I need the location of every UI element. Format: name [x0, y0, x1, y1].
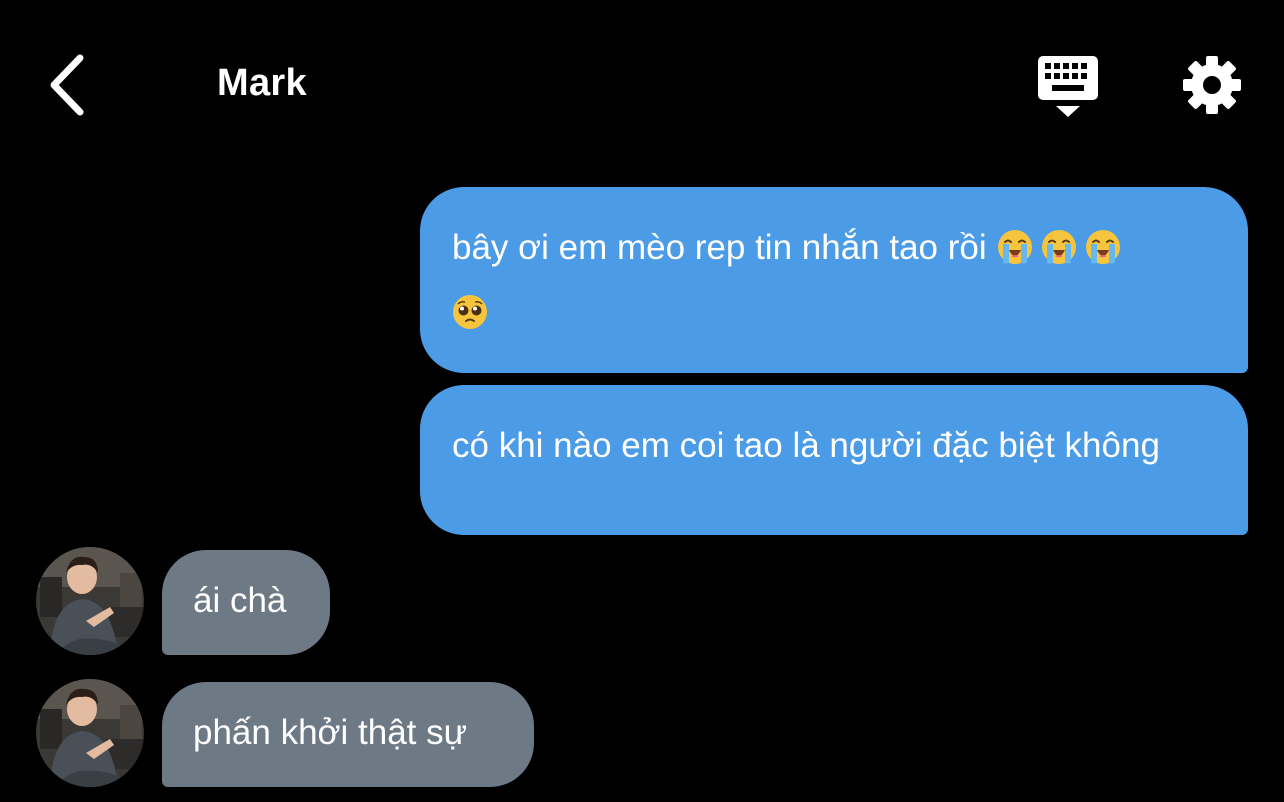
message-bubble-outgoing[interactable]: có khi nào em coi tao là người đặc biệt … [420, 385, 1248, 535]
loudly-crying-face-icon [1040, 229, 1077, 265]
message-text: bây ơi em mèo rep tin nhắn tao rồi [452, 228, 987, 267]
avatar[interactable] [36, 679, 144, 787]
sender-avatar-image [36, 547, 144, 655]
sender-avatar-image [36, 679, 144, 787]
message-text: ái chà [193, 581, 287, 620]
keyboard-hide-icon [1038, 56, 1098, 117]
loudly-crying-face-icon [996, 229, 1033, 265]
conversation-title: Mark [217, 62, 307, 104]
back-button[interactable] [40, 50, 96, 120]
settings-button[interactable] [1180, 53, 1244, 117]
keyboard-toggle-button[interactable] [1034, 54, 1102, 120]
message-text: có khi nào em coi tao là người đặc biệt … [452, 426, 1160, 465]
avatar[interactable] [36, 547, 144, 655]
loudly-crying-face-icon [1084, 229, 1121, 265]
message-bubble-incoming[interactable]: ái chà [162, 550, 330, 655]
message-text: phấn khởi thật sự [193, 713, 468, 752]
chat-header: Mark [0, 0, 1284, 170]
message-bubble-outgoing[interactable]: bây ơi em mèo rep tin nhắn tao rồi [420, 187, 1248, 373]
chevron-left-icon [50, 54, 84, 116]
message-bubble-incoming[interactable]: phấn khởi thật sự [162, 682, 534, 787]
pleading-face-icon [452, 294, 488, 330]
gear-icon [1183, 56, 1241, 114]
emoji-line [452, 290, 1220, 336]
